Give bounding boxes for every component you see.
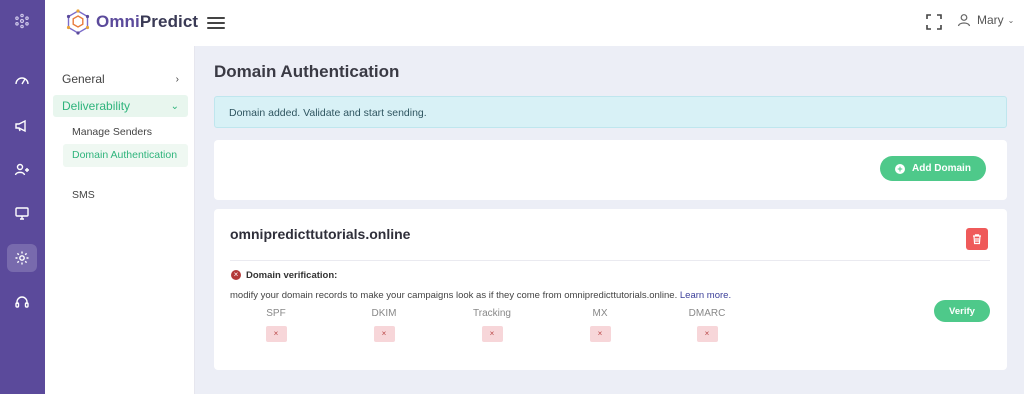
learn-more-link[interactable]: Learn more. xyxy=(680,290,731,301)
users-icon[interactable] xyxy=(7,156,37,184)
record-mx: MX × xyxy=(570,308,630,342)
add-domain-label: Add Domain xyxy=(912,163,971,174)
plus-circle-icon: + xyxy=(895,163,906,174)
sidebar-item-manage-senders[interactable]: Manage Senders xyxy=(63,125,188,139)
speedometer-icon[interactable] xyxy=(7,67,37,95)
chevron-down-icon: ⌄ xyxy=(170,100,179,112)
record-label: MX xyxy=(592,308,608,319)
brand-name: OmniPredict xyxy=(96,12,199,31)
user-icon xyxy=(957,14,971,27)
gear-icon[interactable] xyxy=(7,244,37,272)
delete-domain-button[interactable] xyxy=(966,228,988,250)
sidebar-item-label: General xyxy=(62,72,105,86)
top-bar: OmniPredict Mary ⌄ xyxy=(45,0,1024,46)
brand-logo[interactable]: OmniPredict xyxy=(65,9,198,35)
divider xyxy=(230,260,990,261)
record-label: SPF xyxy=(266,308,286,319)
record-spf: SPF × xyxy=(246,308,306,342)
page-title: Domain Authentication xyxy=(214,62,400,81)
status-badge: × xyxy=(265,326,287,342)
verification-description: modify your domain records to make your … xyxy=(230,290,731,301)
verify-button[interactable]: Verify xyxy=(934,300,990,322)
error-circle-icon: × xyxy=(231,270,241,280)
chevron-down-icon: ⌄ xyxy=(1007,15,1015,25)
sidebar-item-domain-authentication[interactable]: Domain Authentication xyxy=(63,144,188,167)
record-label: DKIM xyxy=(371,308,397,319)
settings-sidebar: General › Deliverability ⌄ Manage Sender… xyxy=(45,46,195,394)
record-tracking: Tracking × xyxy=(462,308,522,342)
user-menu[interactable]: Mary ⌄ xyxy=(957,13,1014,27)
status-badge: × xyxy=(481,326,503,342)
record-label: DMARC xyxy=(688,308,726,319)
trash-icon xyxy=(973,234,981,245)
headset-icon[interactable] xyxy=(7,288,37,316)
record-label: Tracking xyxy=(473,308,511,319)
monitor-icon[interactable] xyxy=(7,199,37,227)
verification-text: modify your domain records to make your … xyxy=(230,290,678,301)
add-domain-button[interactable]: + Add Domain xyxy=(880,156,986,181)
logo-icon xyxy=(66,9,90,35)
sidebar-item-general[interactable]: General › xyxy=(53,68,188,90)
status-badge: × xyxy=(589,326,611,342)
user-name: Mary xyxy=(977,13,1004,27)
hamburger-menu-icon[interactable] xyxy=(207,14,225,32)
sidebar-item-deliverability[interactable]: Deliverability ⌄ xyxy=(53,95,188,117)
chevron-right-icon: › xyxy=(175,73,179,85)
record-dmarc: DMARC × xyxy=(677,308,737,342)
verification-title: Domain verification: xyxy=(246,270,338,281)
success-alert: Domain added. Validate and start sending… xyxy=(214,96,1007,128)
status-badge: × xyxy=(696,326,718,342)
domain-card: omnipredicttutorials.online × Domain ver… xyxy=(214,209,1007,370)
status-badge: × xyxy=(373,326,395,342)
sidebar-item-label: Deliverability xyxy=(62,99,131,113)
domain-name: omnipredicttutorials.online xyxy=(230,226,411,242)
fullscreen-icon[interactable] xyxy=(925,13,943,31)
sidebar-item-sms[interactable]: SMS xyxy=(63,188,188,202)
network-icon[interactable] xyxy=(7,7,37,35)
icon-rail xyxy=(0,0,45,394)
add-domain-card: + Add Domain xyxy=(214,140,1007,200)
record-dkim: DKIM × xyxy=(354,308,414,342)
megaphone-icon[interactable] xyxy=(7,112,37,140)
